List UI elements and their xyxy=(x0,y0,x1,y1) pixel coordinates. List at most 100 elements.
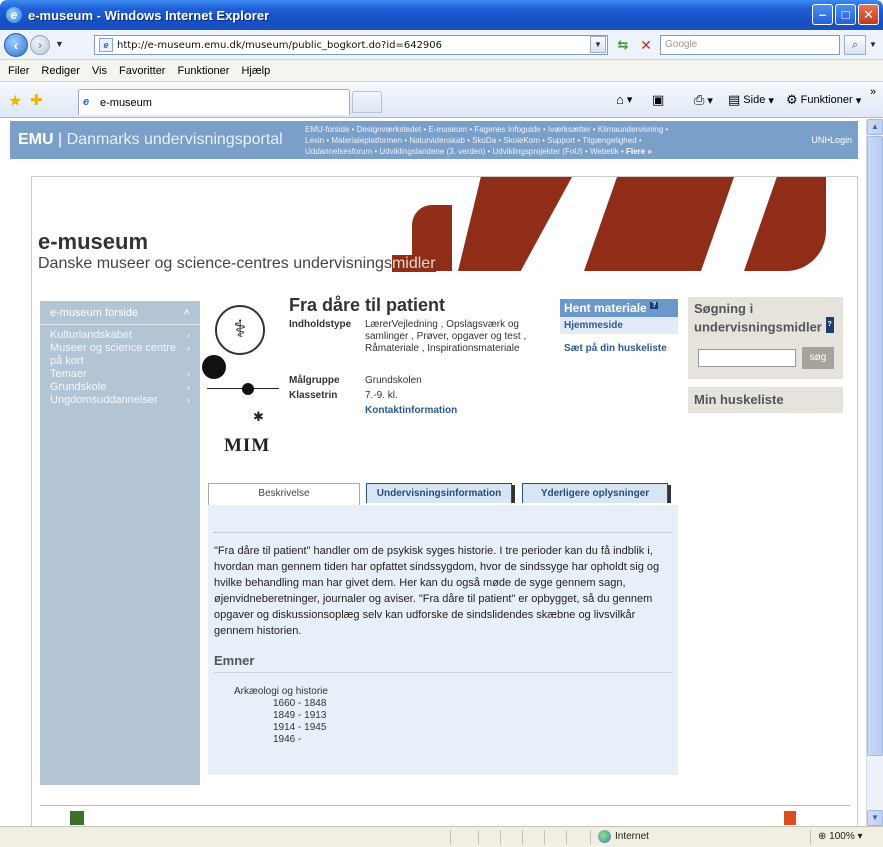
description-text: "Fra dåre til patient" handler om de psy… xyxy=(214,545,660,637)
menu-rediger[interactable]: Rediger xyxy=(35,65,86,77)
forward-button[interactable]: › xyxy=(30,35,50,55)
indholdstype-value: LærerVejledning , Opslagsværk og samling… xyxy=(365,319,527,354)
maximize-button[interactable]: □ xyxy=(835,4,856,25)
emne-period: 1660 - 1848 xyxy=(273,698,327,709)
page-menu-button[interactable]: ▤ Side ▾ xyxy=(728,92,774,108)
tools-menu-button[interactable]: ⚙ Funktioner ▾ xyxy=(786,92,861,108)
home-icon: ⌂ xyxy=(616,92,624,107)
tab-beskrivelse[interactable]: Beskrivelse xyxy=(208,483,360,505)
hent-materiale-heading: Hent materiale ? xyxy=(560,299,678,317)
decoration-shape xyxy=(744,177,826,271)
footer-divider xyxy=(40,805,850,806)
medical-seal-logo: ⚕ xyxy=(215,305,265,355)
more-commands-icon[interactable]: » xyxy=(870,86,876,98)
footer-logo[interactable] xyxy=(70,811,84,825)
scroll-down-icon[interactable]: ▼ xyxy=(867,810,883,826)
help-icon[interactable]: ? xyxy=(650,302,659,309)
chevron-right-icon: › xyxy=(187,330,190,340)
refresh-icon[interactable]: ⇆ xyxy=(613,35,633,55)
menu-favoritter[interactable]: Favoritter xyxy=(113,65,171,77)
menu-hjaelp[interactable]: Hjælp xyxy=(235,65,276,77)
feeds-button[interactable]: ▣ xyxy=(652,92,667,108)
page-title: e-museum xyxy=(38,229,149,254)
print-button[interactable]: ⎙ ▾ xyxy=(694,92,713,108)
sidebar-item-grundskole[interactable]: Grundskole › xyxy=(50,381,200,394)
search-icon[interactable]: ⌕ xyxy=(844,35,866,55)
address-field[interactable]: e http://e-museum.emu.dk/museum/public_b… xyxy=(94,35,608,55)
printer-icon: ⎙ xyxy=(694,92,705,107)
divider xyxy=(214,532,672,533)
page-viewport: EMU | Danmarks undervisningsportal EMU-f… xyxy=(0,119,866,826)
scroll-thumb[interactable] xyxy=(867,136,883,756)
indholdstype-label: Indholdstype xyxy=(289,319,352,330)
menu-funktioner[interactable]: Funktioner xyxy=(171,65,235,77)
scroll-up-icon[interactable]: ▲ xyxy=(867,119,883,135)
uni-login-link[interactable]: UNI•Login xyxy=(811,135,852,145)
decorative-dot xyxy=(242,383,254,395)
product-title: Fra dåre til patient xyxy=(289,295,446,315)
emu-logo[interactable]: EMU | Danmarks undervisningsportal xyxy=(10,131,283,149)
mim-star-icon: ✱ xyxy=(253,409,264,424)
kontaktinformation-link[interactable]: Kontaktinformation xyxy=(365,405,565,417)
emne-category: Arkæologi og historie xyxy=(234,686,328,697)
emner-heading: Emner xyxy=(214,653,672,673)
add-to-huskeliste-link[interactable]: Sæt på din huskeliste xyxy=(560,334,678,354)
search-button[interactable]: søg xyxy=(802,347,834,369)
hent-materiale-box: Hent materiale ? Hjemmeside Sæt på din h… xyxy=(560,299,678,354)
gear-icon: ⚙ xyxy=(786,92,798,107)
min-huskeliste-heading[interactable]: Min huskeliste xyxy=(688,387,843,413)
zoom-level[interactable]: ⊕ 100% ▾ xyxy=(818,831,863,842)
new-tab-button[interactable] xyxy=(352,91,382,113)
history-dropdown-icon[interactable]: ▼ xyxy=(55,39,64,49)
add-favorite-icon[interactable]: ✚ xyxy=(30,91,43,109)
page-menu-label: Side xyxy=(743,94,766,106)
back-button[interactable]: ‹ xyxy=(4,33,28,57)
search-panel: Søgning i undervisningsmidler ? søg xyxy=(688,297,843,379)
menu-filer[interactable]: Filer xyxy=(2,65,35,77)
vertical-scrollbar[interactable]: ▲ ▼ xyxy=(866,119,883,826)
emne-period: 1946 - xyxy=(273,734,302,745)
address-toolbar: ‹ › ▼ e http://e-museum.emu.dk/museum/pu… xyxy=(0,30,883,60)
chevron-up-icon: ˄ xyxy=(183,306,190,319)
tab-bar: ★ ✚ e e-museum ⌂ ▾ ▣ ⎙ ▾ ▤ Side ▾ ⚙ Funktion… xyxy=(0,82,883,118)
emne-period: 1914 - 1945 xyxy=(273,722,327,733)
url-text[interactable]: http://e-museum.emu.dk/museum/public_bog… xyxy=(117,40,442,51)
materials-search-input[interactable] xyxy=(698,349,796,367)
close-button[interactable]: ✕ xyxy=(858,4,879,25)
emne-period: 1849 - 1913 xyxy=(273,710,327,721)
sidebar-item-temaer[interactable]: Temaer › xyxy=(50,368,200,381)
hjemmeside-link[interactable]: Hjemmeside xyxy=(560,317,678,334)
tab-e-museum[interactable]: e e-museum xyxy=(78,89,350,115)
search-options-icon[interactable]: ▼ xyxy=(867,35,879,55)
favorites-star-icon[interactable]: ★ xyxy=(8,91,22,111)
emu-portal-links[interactable]: EMU-forside • Designværkstedet • E-museu… xyxy=(305,124,775,157)
search-heading: Søgning i undervisningsmidler ? xyxy=(694,301,834,335)
page-icon: e xyxy=(99,38,113,52)
stop-icon[interactable]: ✕ xyxy=(636,35,656,55)
sidebar-item-museer[interactable]: Museer og science centre › xyxy=(50,342,200,355)
menu-vis[interactable]: Vis xyxy=(86,65,113,77)
tab-label: e-museum xyxy=(100,96,152,109)
klassetrin-label: Klassetrin xyxy=(289,390,338,401)
help-icon[interactable]: ? xyxy=(825,317,834,333)
sidebar-item-ungdomsuddannelser[interactable]: Ungdomsuddannelser › xyxy=(50,394,200,407)
home-button[interactable]: ⌂ ▾ xyxy=(616,92,632,107)
minimize-button[interactable]: – xyxy=(812,4,833,25)
sidebar-item-kulturlandskabet[interactable]: Kulturlandskabet › xyxy=(50,329,200,342)
tab-yderligere-oplysninger[interactable]: Yderligere oplysninger xyxy=(522,483,668,503)
footer-logo[interactable] xyxy=(784,811,796,825)
chevron-right-icon: › xyxy=(187,343,190,353)
tools-menu-label: Funktioner xyxy=(800,94,853,106)
sidebar-item-museer-cont[interactable]: på kort xyxy=(50,355,200,368)
chevron-right-icon: › xyxy=(187,382,190,392)
sidebar-item-forside[interactable]: e-museum forside ˄ xyxy=(40,301,200,325)
decoration-shape xyxy=(584,177,734,271)
tab-undervisningsinformation[interactable]: Undervisningsinformation xyxy=(366,483,512,503)
malgruppe-label: Målgruppe xyxy=(289,375,340,386)
search-input[interactable]: Google xyxy=(660,35,840,55)
status-bar: Internet ⊕ 100% ▾ xyxy=(0,826,883,847)
page-subtitle: Danske museer og science-centres undervi… xyxy=(38,255,436,272)
chevron-right-icon: › xyxy=(187,369,190,379)
address-dropdown-icon[interactable]: ▼ xyxy=(590,36,606,53)
security-zone[interactable]: Internet xyxy=(598,830,649,843)
